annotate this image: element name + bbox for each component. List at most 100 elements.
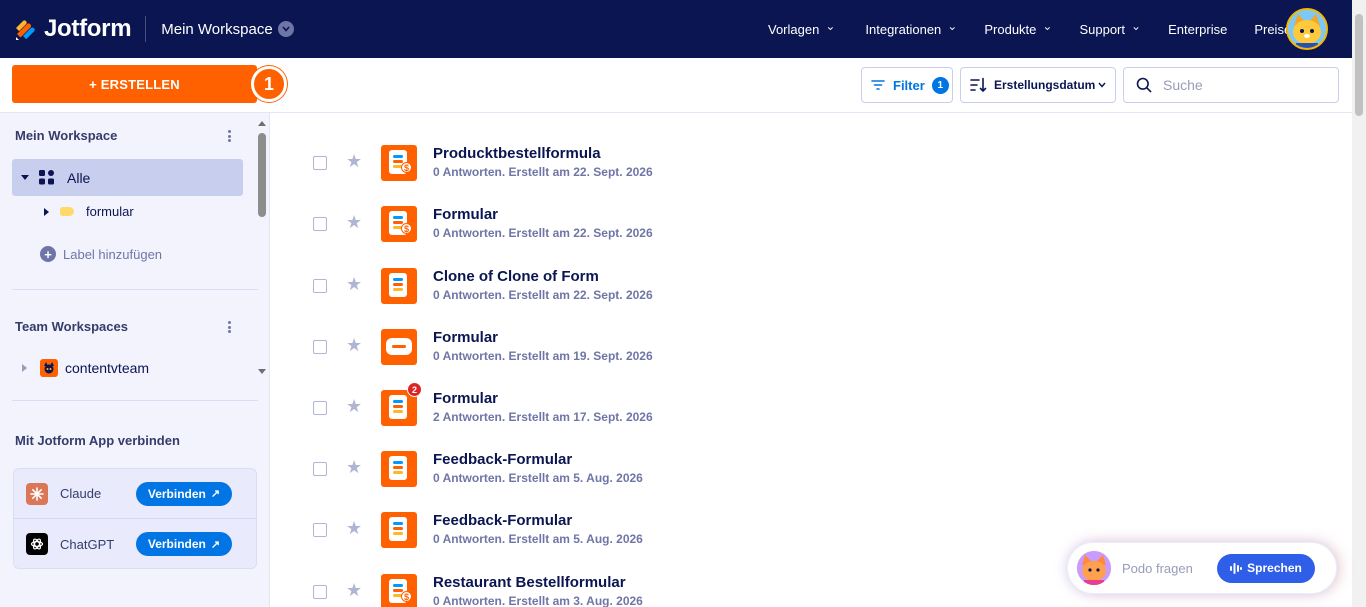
podo-avatar [1077, 551, 1111, 585]
form-row[interactable]: ★ Formular 0 Antworten. Erstellt am 19. Se… [270, 323, 1352, 384]
form-checkbox[interactable] [313, 401, 327, 415]
my-workspace-heading: Mein Workspace [15, 128, 118, 143]
nav-link-label: Produkte [984, 21, 1037, 37]
nav-link-integrationen[interactable]: Integrationen ⌄ [865, 19, 957, 37]
page-scrollbar[interactable] [1352, 0, 1366, 607]
form-meta: 0 Antworten. Erstellt am 3. Aug. 2026 [433, 594, 643, 607]
form-title[interactable]: Formular [433, 206, 498, 223]
sidebar-divider [12, 400, 258, 401]
top-navigation: Jotform Mein Workspace Vorlagen ⌄ Integrat… [0, 0, 1366, 58]
sidebar-scrollbar[interactable] [256, 117, 268, 379]
form-meta: 0 Antworten. Erstellt am 19. Sept. 2026 [433, 349, 653, 363]
workspace-switcher[interactable]: Mein Workspace [161, 20, 294, 38]
form-title[interactable]: Feedback-Formular [433, 451, 572, 468]
form-meta: 0 Antworten. Erstellt am 5. Aug. 2026 [433, 532, 643, 546]
payment-form-icon: $ [381, 145, 417, 181]
form-checkbox[interactable] [313, 279, 327, 293]
connect-claude-button[interactable]: Verbinden ↗ [136, 481, 232, 506]
payment-form-icon: $ [381, 206, 417, 242]
sidebar-divider [12, 289, 258, 290]
external-link-icon: ↗ [210, 488, 221, 500]
unread-badge: 2 [407, 382, 422, 397]
claude-icon [26, 482, 48, 505]
team-more-icon[interactable] [224, 319, 234, 335]
form-row[interactable]: ★ Clone of Clone of Form 0 Antworten. Erst… [270, 262, 1352, 323]
star-icon[interactable]: ★ [346, 336, 362, 354]
filter-label: Filter [893, 77, 925, 93]
form-title[interactable]: Feedback-Formular [433, 512, 572, 529]
nav-link-support[interactable]: Support ⌄ [1079, 19, 1141, 37]
page-scrollbar-thumb[interactable] [1355, 14, 1363, 116]
form-title[interactable]: Formular [433, 390, 498, 407]
search-box[interactable] [1123, 67, 1339, 103]
nav-link-produkte[interactable]: Produkte ⌄ [984, 19, 1052, 37]
sort-dropdown[interactable]: Erstellungsdatum [960, 67, 1116, 103]
sidebar-item-team[interactable]: contentvteam [22, 359, 149, 377]
filter-button[interactable]: Filter 1 [861, 67, 953, 103]
star-icon[interactable]: ★ [346, 275, 362, 293]
form-checkbox[interactable] [313, 523, 327, 537]
nav-link-enterprise[interactable]: Enterprise [1168, 22, 1227, 37]
form-checkbox[interactable] [313, 585, 327, 599]
form-meta: 0 Antworten. Erstellt am 5. Aug. 2026 [433, 471, 643, 485]
form-meta: 0 Antworten. Erstellt am 22. Sept. 2026 [433, 288, 653, 302]
sidebar-item-formular[interactable]: formular [44, 204, 134, 219]
add-label-button[interactable]: + Label hinzufügen [40, 246, 162, 262]
connect-app-heading: Mit Jotform App verbinden [15, 433, 180, 448]
form-meta: 0 Antworten. Erstellt am 22. Sept. 2026 [433, 226, 653, 240]
sidebar-scrollbar-thumb[interactable] [258, 133, 266, 217]
search-input[interactable] [1163, 77, 1333, 93]
grid-icon [39, 170, 54, 185]
jotform-logo-icon [14, 17, 38, 41]
sort-label: Erstellungsdatum [994, 78, 1096, 92]
speak-button[interactable]: Sprechen [1217, 553, 1315, 583]
form-title[interactable]: Formular [433, 329, 498, 346]
connect-chatgpt-button[interactable]: Verbinden ↗ [136, 532, 232, 556]
step-badge: 1 [251, 66, 287, 102]
workspace-name: Mein Workspace [161, 20, 273, 38]
form-title[interactable]: Producktbestellformula [433, 145, 601, 162]
filter-count-badge: 1 [931, 76, 949, 94]
payment-form-icon: $ [381, 574, 417, 607]
form-checkbox[interactable] [313, 462, 327, 476]
sidebar: Mein Workspace Alle formular + Label hin… [0, 113, 270, 607]
form-checkbox[interactable] [313, 156, 327, 170]
connect-apps-card: Claude Verbinden ↗ ChatGPT Verbinden ↗ [13, 468, 257, 569]
form-checkbox[interactable] [313, 340, 327, 354]
user-avatar[interactable] [1286, 8, 1328, 50]
star-icon[interactable]: ★ [346, 213, 362, 231]
sort-icon [970, 77, 987, 93]
logo-text: Jotform [44, 15, 132, 42]
sidebar-item-all[interactable]: Alle [12, 159, 243, 196]
form-row[interactable]: ★ 2 Formular 2 Antworten. Erstellt am 17. S… [270, 382, 1352, 445]
nav-link-vorlagen[interactable]: Vorlagen ⌄ [768, 19, 835, 37]
star-icon[interactable]: ★ [346, 397, 362, 415]
chevron-down-icon [277, 21, 294, 37]
star-icon[interactable]: ★ [346, 152, 362, 170]
form-row[interactable]: ★ $ Formular 0 Antworten. Erstellt am 22. S… [270, 200, 1352, 261]
star-icon[interactable]: ★ [346, 581, 362, 599]
form-title[interactable]: Clone of Clone of Form [433, 268, 599, 285]
create-button[interactable]: + ERSTELLEN [12, 65, 257, 103]
form-row[interactable]: ★ Feedback-Formular 0 Antworten. Erstellt … [270, 445, 1352, 506]
app-name: Claude [60, 486, 102, 501]
app-name: ChatGPT [60, 536, 115, 552]
workspace-more-icon[interactable] [224, 128, 234, 144]
jotform-logo[interactable]: Jotform [14, 15, 132, 43]
podo-assistant[interactable]: Podo fragen Sprechen [1068, 543, 1336, 593]
connect-label: Verbinden [147, 537, 206, 551]
form-checkbox[interactable] [313, 217, 327, 231]
nav-link-label: Enterprise [1168, 21, 1228, 37]
sidebar-item-label: formular [86, 204, 134, 219]
star-icon[interactable]: ★ [346, 519, 362, 537]
podo-prompt[interactable]: Podo fragen [1122, 561, 1217, 576]
main-menu: Vorlagen ⌄ Integrationen ⌄ Produkte ⌄ Support ⌄… [768, 0, 1291, 58]
team-workspaces-heading: Team Workspaces [15, 319, 128, 334]
scroll-up-icon[interactable] [258, 121, 266, 126]
caret-right-icon [44, 207, 49, 216]
form-row[interactable]: ★ $ Producktbestellformula 0 Antworten. Ers… [270, 139, 1352, 200]
star-icon[interactable]: ★ [346, 458, 362, 476]
form-title[interactable]: Restaurant Bestellformular [433, 574, 626, 591]
scroll-down-icon[interactable] [258, 369, 266, 374]
card-form-icon [381, 329, 417, 365]
